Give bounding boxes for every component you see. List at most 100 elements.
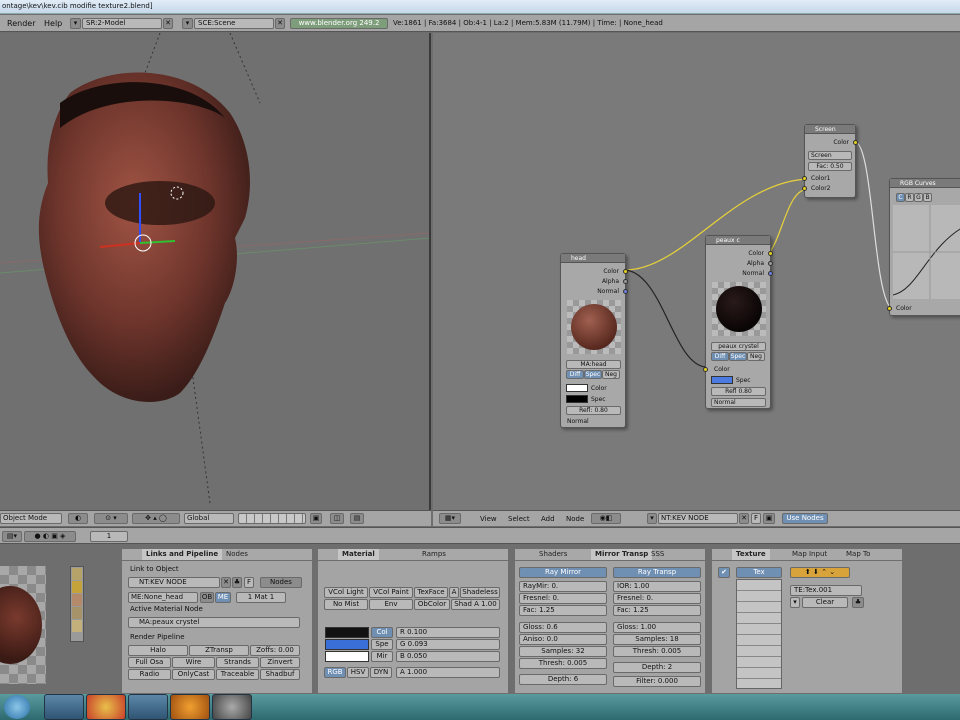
mesh-field[interactable]: ME:None_head [128,592,198,603]
manipulator-button[interactable]: ✥ ▴ ◯ [132,513,180,524]
node-head-neg[interactable]: Neg [602,370,620,379]
vcol-paint-button[interactable]: VCol Paint [369,587,413,598]
pivot-button[interactable]: ⊙ ▾ [94,513,128,524]
curves-channel-c[interactable]: C [896,193,905,202]
strands-button[interactable]: Strands [216,657,259,668]
start-button[interactable] [4,695,30,719]
alpha-slider[interactable]: A 1.000 [396,667,500,678]
node-type-buttons[interactable]: ◉◧ [591,513,621,524]
node-peaux-diff[interactable]: Diff [711,352,729,361]
orientation-select[interactable]: Global [184,513,234,524]
mir-swatch[interactable] [325,651,369,662]
texture-browse-button[interactable]: ▾ [790,597,800,608]
taskbar-app-blender[interactable] [212,694,252,720]
texface-alpha-button[interactable]: A [449,587,459,598]
blender-url[interactable]: www.blender.org 249.2 [290,18,388,29]
screen-close-button[interactable]: ✕ [163,18,173,29]
node-menu-add[interactable]: Add [541,515,555,524]
editor-type-button[interactable]: ▦▾ [439,513,461,524]
mirror-fresnel-slider[interactable]: Fresnel: 0. [519,593,607,604]
b-slider[interactable]: B 0.050 [396,651,500,662]
texture-name-field[interactable]: TE:Tex.001 [790,585,862,596]
buttons-type-button[interactable]: ▤▾ [2,531,22,542]
lock-icon[interactable]: ▣ [310,513,322,524]
use-nodes-toggle[interactable]: Use Nodes [782,513,828,524]
ob-button[interactable]: OB [200,592,214,603]
env-button[interactable]: Env [369,599,413,610]
node-peaux-neg[interactable]: Neg [747,352,765,361]
node-screen[interactable]: Screen Color Screen Fac: 0.50 Color1 Col… [802,124,858,198]
nodetree-browse[interactable]: ▾ [647,513,657,524]
layer-buttons[interactable] [238,513,306,524]
ior-slider[interactable]: IOR: 1.00 [613,581,701,592]
raymir-slider[interactable]: RayMir: 0. [519,581,607,592]
texture-channel-checkbox[interactable]: ✔ [718,567,730,578]
transp-fac-slider[interactable]: Fac: 1.25 [613,605,701,616]
mirror-gloss-slider[interactable]: Gloss: 0.6 [519,622,607,633]
col-button[interactable]: Col [371,627,393,638]
texture-fake-user-icon[interactable]: ♣ [852,597,864,608]
node-peaux-spec[interactable]: Spec [729,352,747,361]
node-head-material[interactable]: MA:head [566,360,621,369]
socket-screen-in1[interactable] [802,176,807,181]
socket-peaux-in-color[interactable] [703,367,708,372]
node-head-diff[interactable]: Diff [566,370,584,379]
vcol-light-button[interactable]: VCol Light [324,587,368,598]
texface-button[interactable]: TexFace [414,587,448,598]
curves-graph[interactable] [893,205,960,299]
socket-peaux-alpha[interactable] [768,261,773,266]
radio-button[interactable]: Radio [128,669,171,680]
zinvert-button[interactable]: Zinvert [260,657,300,668]
transp-thresh-field[interactable]: Thresh: 0.005 [613,646,701,657]
no-mist-button[interactable]: No Mist [324,599,368,610]
tab-map-to[interactable]: Map To [842,549,874,560]
node-head-refl[interactable]: Refl: 0.80 [566,406,621,415]
node-screen-mode[interactable]: Screen [808,151,852,160]
mat-count[interactable]: 1 Mat 1 [236,592,286,603]
nodetree-name[interactable]: NT:KEV NODE [658,513,738,524]
active-material-field[interactable]: MA:peaux crystel [128,617,300,628]
menu-render[interactable]: Render [7,19,35,28]
full-osa-button[interactable]: Full Osa [128,657,171,668]
node-peaux-material[interactable]: peaux crystel [711,342,766,351]
object-mode-select[interactable]: Object Mode [0,513,62,524]
taskbar-app-chrome[interactable] [86,694,126,720]
transp-samples-field[interactable]: Samples: 18 [613,634,701,645]
obcolor-button[interactable]: ObColor [414,599,450,610]
tab-sss[interactable]: SSS [647,549,668,560]
scene-select[interactable]: SCE:Scene [194,18,274,29]
socket-head-normal[interactable] [623,289,628,294]
r-slider[interactable]: R 0.100 [396,627,500,638]
screen-browse-button[interactable]: ▾ [70,18,81,29]
curves-channel-r[interactable]: R [905,193,914,202]
node-head[interactable]: head Color Alpha Normal MA:head Diff Spe… [560,253,628,428]
tab-texture[interactable]: Texture [732,549,770,560]
ray-transp-toggle[interactable]: Ray Transp [613,567,701,578]
col-swatch[interactable] [325,627,369,638]
node-editor[interactable]: head Color Alpha Normal MA:head Diff Spe… [433,33,960,510]
socket-head-color[interactable] [623,269,628,274]
ztransp-button[interactable]: ZTransp [189,645,249,656]
transp-gloss-slider[interactable]: Gloss: 1.00 [613,622,701,633]
mirror-aniso-slider[interactable]: Aniso: 0.0 [519,634,607,645]
mirror-samples-field[interactable]: Samples: 32 [519,646,607,657]
me-button[interactable]: ME [215,592,231,603]
spe-swatch[interactable] [325,639,369,650]
zoffs-field[interactable]: Zoffs: 0.00 [250,645,300,656]
node-screen-fac[interactable]: Fac: 0.50 [808,162,852,171]
node-peaux-spec-swatch[interactable] [711,376,733,384]
rgb-mode-button[interactable]: RGB [324,667,346,678]
nodetree-field[interactable]: NT:KEV NODE [128,577,220,588]
nodetree-fake-user[interactable]: F [751,513,761,524]
taskbar-app-4[interactable] [170,694,210,720]
3d-viewport[interactable] [0,33,431,510]
node-head-color-swatch[interactable] [566,384,588,392]
transp-fresnel-slider[interactable]: Fresnel: 0. [613,593,701,604]
mirror-thresh-field[interactable]: Thresh: 0.005 [519,658,607,669]
tab-map-input[interactable]: Map Input [788,549,831,560]
node-menu-view[interactable]: View [480,515,497,524]
preview-type-buttons[interactable] [70,566,84,642]
socket-head-alpha[interactable] [623,279,628,284]
ray-mirror-toggle[interactable]: Ray Mirror [519,567,607,578]
tab-ramps[interactable]: Ramps [418,549,450,560]
